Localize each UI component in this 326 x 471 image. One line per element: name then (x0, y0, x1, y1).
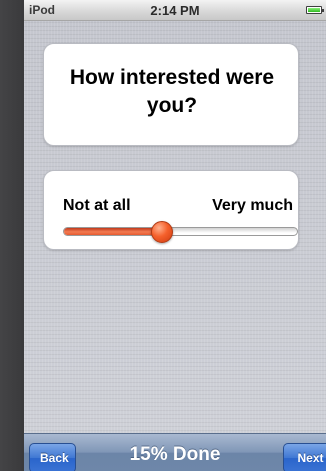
device-bezel (0, 0, 24, 471)
status-time: 2:14 PM (150, 3, 200, 18)
next-button[interactable]: Next (283, 443, 326, 471)
slider-min-label: Not at all (63, 197, 131, 214)
status-bar: iPod 2:14 PM (24, 0, 326, 21)
question-text: How interested were you? (69, 66, 275, 117)
interest-slider-fill (64, 228, 163, 235)
battery-level (308, 8, 320, 12)
question-card: How interested were you? (43, 43, 299, 146)
battery-icon (306, 6, 324, 14)
interest-slider-track[interactable] (63, 227, 298, 236)
interest-slider-thumb[interactable] (150, 221, 173, 243)
rating-card: Not at all Very much (43, 170, 299, 250)
app-screen: iPod 2:14 PM How interested were you? No… (24, 0, 326, 471)
bottom-toolbar: Back 15% Done Next (24, 433, 326, 471)
progress-label: 15% Done (129, 444, 221, 465)
slider-max-label: Very much (212, 197, 293, 214)
battery-nub (322, 9, 324, 12)
